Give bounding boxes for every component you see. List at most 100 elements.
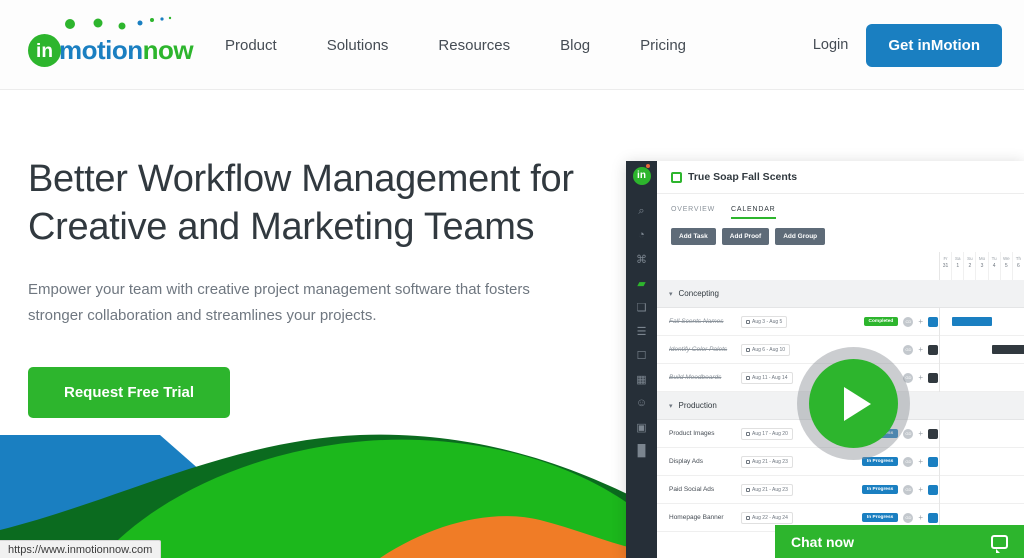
task-group-header[interactable]: ▾ Concepting — [657, 280, 1024, 308]
proof-icon[interactable]: ☐ — [626, 343, 657, 367]
task-date-text: Aug 3 - Aug 5 — [752, 318, 783, 325]
avatar[interactable]: CD — [903, 316, 914, 327]
status-badge: In Progress — [861, 457, 899, 466]
header-actions: Login Get inMotion — [813, 0, 1002, 90]
add-assignee-icon[interactable]: + — [918, 513, 923, 522]
task-row-actions: In Progress GD + — [861, 512, 938, 523]
avatar[interactable]: GD — [903, 428, 914, 439]
user-icon[interactable]: ☺ — [626, 391, 657, 415]
add-group-button[interactable]: Add Group — [775, 228, 826, 245]
calendar-icon[interactable]: ▦ — [626, 367, 657, 391]
task-calendar-cell — [939, 336, 1024, 364]
calendar-day-name: Fr — [943, 256, 948, 261]
task-thumbnail-icon[interactable] — [928, 344, 938, 355]
nav-item-product[interactable]: Product — [225, 37, 302, 54]
logo[interactable]: in motionnow — [28, 14, 198, 67]
task-date[interactable]: Aug 21 - Aug 23 — [741, 483, 793, 496]
task-date[interactable]: Aug 11 - Aug 14 — [741, 371, 793, 384]
add-assignee-icon[interactable]: + — [918, 457, 923, 466]
calendar-day-number: 6 — [1017, 263, 1020, 269]
task-calendar-cell — [939, 308, 1024, 336]
task-group-name: Concepting — [678, 289, 719, 298]
play-button-circle — [809, 359, 898, 448]
task-date[interactable]: Aug 21 - Aug 23 — [741, 455, 793, 468]
chat-widget[interactable]: Chat now — [775, 525, 1024, 558]
dashboard-icon[interactable]: ◔ — [626, 223, 657, 247]
add-proof-button[interactable]: Add Proof — [721, 228, 770, 245]
table-row[interactable]: Fall Scents Names Aug 3 - Aug 5 Completed C… — [657, 308, 1024, 336]
add-assignee-icon[interactable]: + — [918, 485, 923, 494]
search-icon[interactable]: ⌕ — [626, 199, 657, 223]
task-date-text: Aug 22 - Aug 24 — [752, 514, 788, 521]
tab-calendar[interactable]: CALENDAR — [731, 206, 776, 219]
app-sidebar: in ⌕ ◔ ⌘ ▰ ❑ ☰ ☐ ▦ ☺ ▣ █ — [626, 161, 657, 558]
reports-icon[interactable]: █ — [626, 439, 657, 463]
task-date[interactable]: Aug 22 - Aug 24 — [741, 511, 793, 524]
tab-overview[interactable]: OVERVIEW — [671, 206, 715, 219]
task-name: Identify Color Palets — [669, 346, 728, 353]
calendar-icon — [746, 459, 750, 464]
play-triangle-icon — [844, 386, 871, 421]
request-free-trial-button[interactable]: Request Free Trial — [28, 367, 231, 418]
avatar[interactable]: GD — [903, 512, 914, 523]
nav-item-solutions[interactable]: Solutions — [302, 37, 414, 54]
task-date-text: Aug 17 - Aug 20 — [752, 430, 788, 437]
login-link[interactable]: Login — [813, 37, 848, 53]
task-thumbnail-icon[interactable] — [928, 316, 938, 327]
task-row-actions: GD + — [903, 372, 938, 383]
app-sidebar-logo: in — [632, 164, 651, 185]
add-assignee-icon[interactable]: + — [918, 345, 923, 354]
get-inmotion-button[interactable]: Get inMotion — [866, 23, 1002, 67]
task-name: Product Images — [669, 430, 715, 437]
nav-item-resources[interactable]: Resources — [413, 37, 535, 54]
calendar-day-name: Sa — [954, 256, 961, 261]
main-navigation: Product Solutions Resources Blog Pricing — [225, 0, 711, 90]
project-folder-icon — [671, 171, 682, 183]
megaphone-icon[interactable]: ⌘ — [626, 247, 657, 271]
calendar-day-number: 1 — [956, 263, 960, 269]
task-row-actions: In Progress GD + — [861, 456, 938, 467]
chevron-down-icon[interactable]: ▾ — [669, 290, 673, 298]
task-thumbnail-icon[interactable] — [928, 484, 938, 495]
inbox-icon[interactable]: ☰ — [626, 319, 657, 343]
hero-section: Better Workflow Management for Creative … — [28, 155, 588, 418]
grid-icon[interactable]: ▣ — [626, 415, 657, 439]
task-thumbnail-icon[interactable] — [928, 512, 938, 523]
chevron-down-icon[interactable]: ▾ — [669, 402, 673, 410]
nav-item-blog[interactable]: Blog — [535, 37, 615, 54]
task-thumbnail-icon[interactable] — [928, 456, 938, 467]
task-date-text: Aug 6 - Aug 10 — [752, 346, 786, 353]
task-date-text: Aug 11 - Aug 14 — [752, 374, 788, 381]
status-badge: Completed — [863, 317, 899, 326]
task-date[interactable]: Aug 6 - Aug 10 — [741, 343, 791, 356]
table-row[interactable]: Paid Social Ads Aug 21 - Aug 23 In Progres… — [657, 476, 1024, 504]
logo-in-circle: in — [28, 34, 61, 67]
task-date[interactable]: Aug 17 - Aug 20 — [741, 427, 793, 440]
calendar-icon — [746, 319, 750, 324]
add-assignee-icon[interactable]: + — [918, 429, 923, 438]
add-assignee-icon[interactable]: + — [918, 373, 923, 382]
task-name: Paid Social Ads — [669, 486, 715, 493]
review-icon[interactable]: ❑ — [626, 295, 657, 319]
task-calendar-cell — [939, 476, 1024, 504]
task-date[interactable]: Aug 3 - Aug 5 — [741, 315, 788, 328]
task-thumbnail-icon[interactable] — [928, 428, 938, 439]
gantt-bar[interactable] — [952, 317, 992, 326]
calendar-day-column: Su 2 — [963, 252, 975, 280]
nav-item-pricing[interactable]: Pricing — [615, 37, 711, 54]
avatar[interactable]: GD — [903, 456, 914, 467]
avatar[interactable]: GD — [903, 344, 914, 355]
calendar-day-number: 2 — [968, 263, 972, 269]
chat-bubble-icon — [991, 534, 1008, 553]
folder-icon[interactable]: ▰ — [626, 271, 657, 295]
calendar-day-number: 4 — [992, 263, 996, 269]
add-task-button[interactable]: Add Task — [671, 228, 716, 245]
task-name: Fall Scents Names — [669, 318, 724, 325]
status-bar-url: https://www.inmotionnow.com — [0, 540, 162, 558]
add-assignee-icon[interactable]: + — [918, 317, 923, 326]
gantt-bar[interactable] — [992, 345, 1024, 354]
play-video-button[interactable] — [797, 347, 910, 460]
calendar-day-name: We — [1002, 256, 1010, 261]
avatar[interactable]: GD — [903, 484, 914, 495]
task-thumbnail-icon[interactable] — [928, 372, 938, 383]
